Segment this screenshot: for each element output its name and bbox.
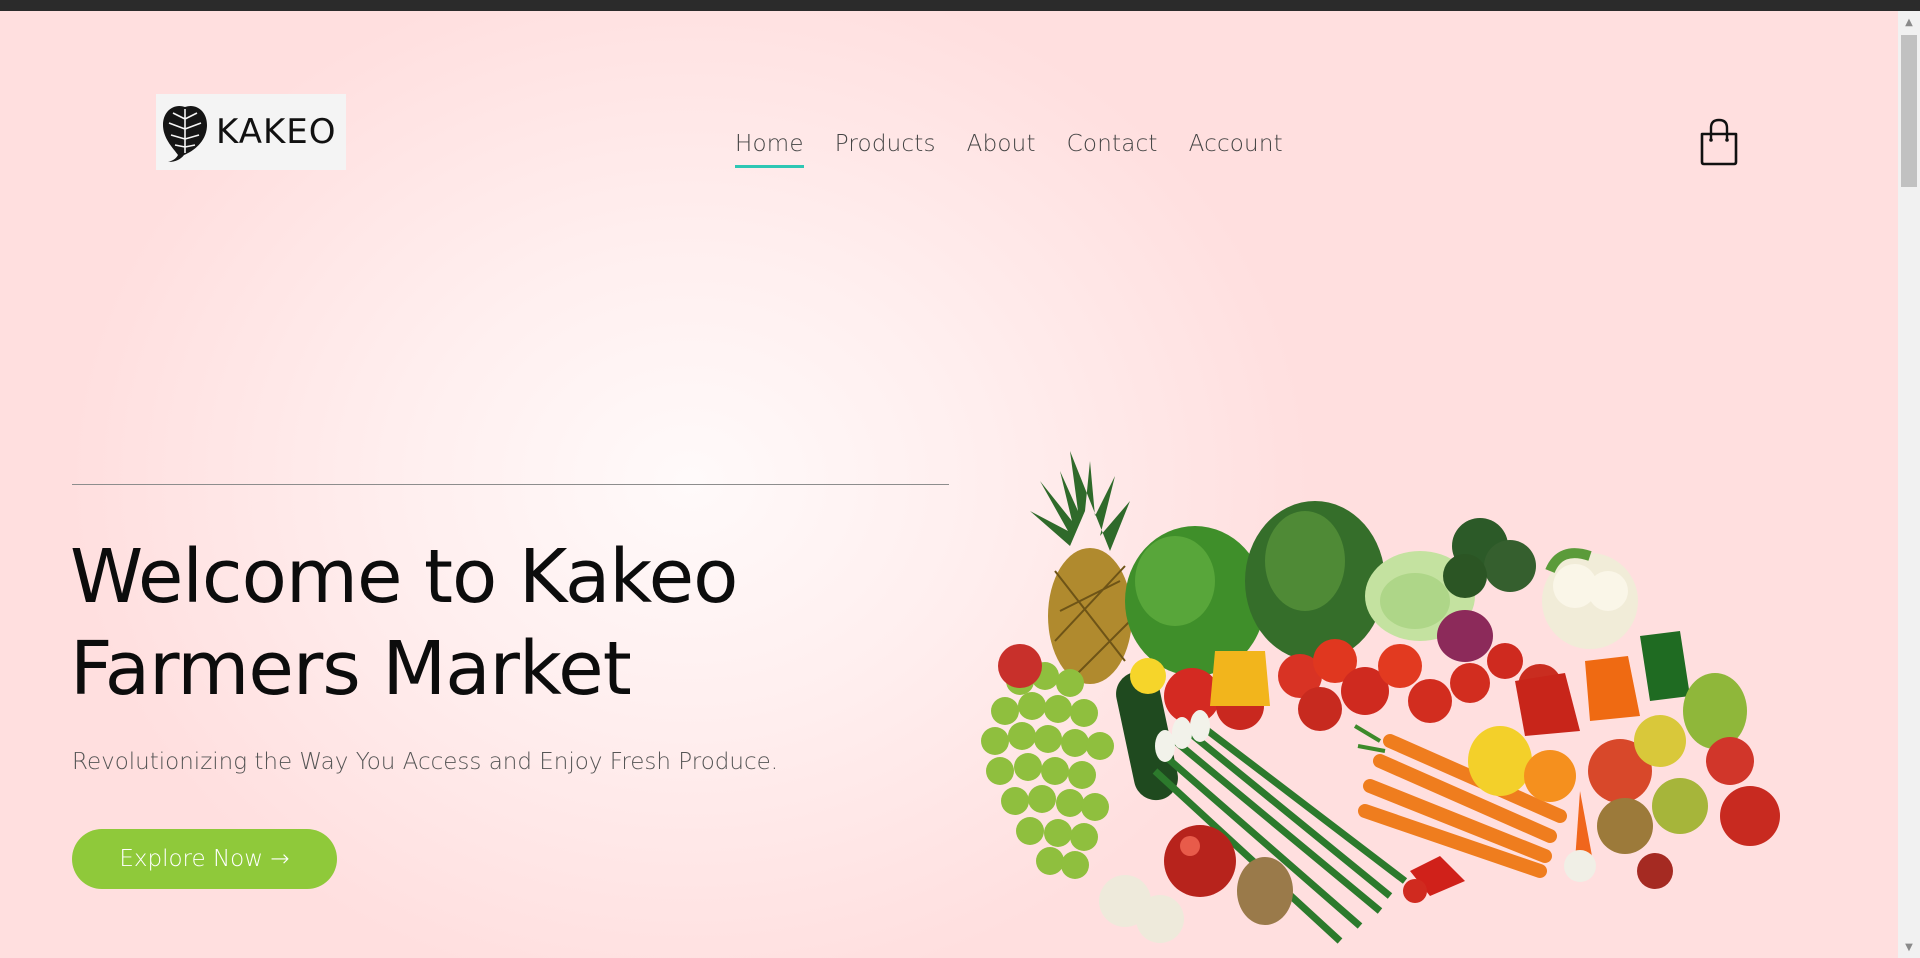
hero-title-line-1: Welcome to Kakeo: [70, 534, 738, 620]
hero-subtitle: Revolutionizing the Way You Access and E…: [72, 749, 779, 775]
fresh-produce-image: [981, 451, 1780, 944]
nav-item-about[interactable]: About: [967, 131, 1036, 157]
page-body: KAKEO Home Products About Contact Accoun…: [0, 11, 1898, 958]
main-nav: Home Products About Contact Account: [735, 131, 1314, 168]
vertical-scrollbar[interactable]: ▲ ▼: [1898, 11, 1920, 958]
scroll-up-arrow-icon[interactable]: ▲: [1898, 11, 1920, 33]
nav-item-home[interactable]: Home: [735, 131, 804, 168]
nav-item-products[interactable]: Products: [835, 131, 936, 157]
hero-title-line-2: Farmers Market: [70, 626, 632, 712]
scroll-down-arrow-icon[interactable]: ▼: [1898, 936, 1920, 958]
browser-top-bar: [0, 0, 1920, 11]
brand-logo[interactable]: KAKEO: [156, 94, 346, 170]
hero-divider: [72, 484, 949, 485]
nav-item-contact[interactable]: Contact: [1067, 131, 1158, 157]
explore-now-button[interactable]: Explore Now →: [72, 829, 337, 889]
leaf-icon: [163, 105, 207, 162]
hero-title: Welcome to Kakeo Farmers Market: [70, 531, 950, 715]
scrollbar-thumb[interactable]: [1901, 35, 1917, 187]
grapes: [981, 662, 1114, 879]
nav-item-account[interactable]: Account: [1189, 131, 1283, 157]
pineapple: [1030, 451, 1132, 684]
brand-name: KAKEO: [216, 112, 337, 152]
shopping-bag-icon[interactable]: [1698, 118, 1740, 166]
